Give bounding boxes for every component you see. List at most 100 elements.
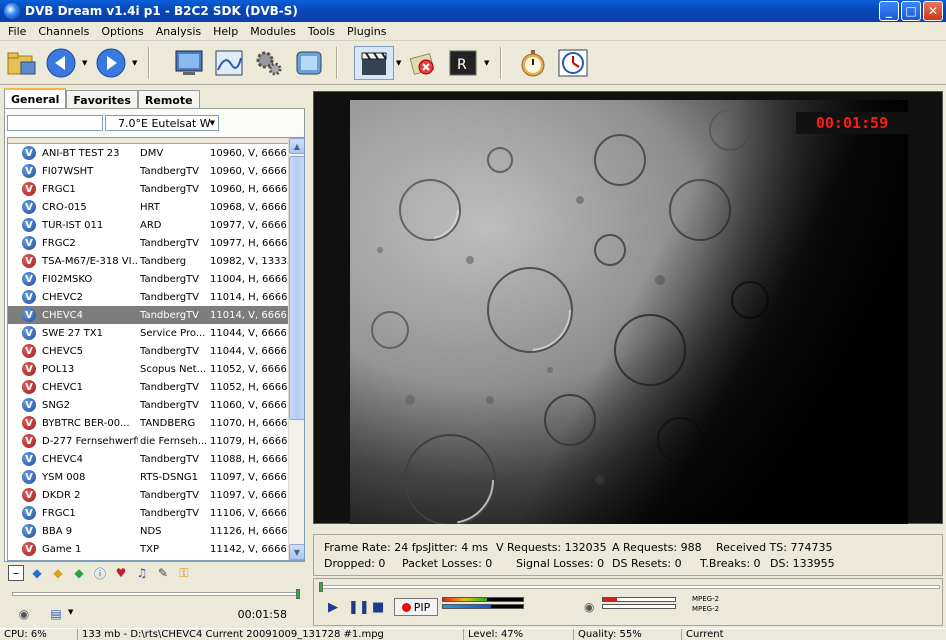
channel-row[interactable]: V D-277 Fernsehwerft die Fernseh... 11079, …: [8, 432, 304, 450]
status-bar: CPU: 6% 133 mb - D:\rts\CHEVC4 Current 2…: [0, 628, 946, 640]
diamond-icon[interactable]: ◆: [29, 565, 45, 581]
channel-row[interactable]: V SWE 27 TX1 Service Pro... 11044, V, 6666: [8, 324, 304, 342]
channel-type-icon: V: [22, 488, 36, 502]
channel-row[interactable]: V FRGC1 TandbergTV 11106, V, 6666: [8, 504, 304, 522]
clock-icon[interactable]: [556, 46, 590, 80]
channel-provider: TXP: [140, 543, 159, 555]
channel-search-input[interactable]: [7, 115, 103, 131]
channel-name: D-277 Fernsehwerft: [42, 435, 138, 447]
channel-row[interactable]: V TSA-M67/E-318 VI... Tandberg 10982, V, 13…: [8, 252, 304, 270]
forward-dropdown-icon[interactable]: ▼: [132, 59, 137, 67]
tab-general[interactable]: General: [4, 88, 67, 108]
scroll-thumb[interactable]: [289, 156, 304, 420]
pip-button[interactable]: PIP: [394, 598, 438, 616]
channel-list-icon[interactable]: ▤: [48, 606, 64, 622]
speaker-icon[interactable]: ◉: [16, 606, 32, 622]
menu-modules[interactable]: Modules: [244, 25, 302, 38]
channel-row[interactable]: V CHEVC2 TandbergTV 11014, H, 6666: [8, 288, 304, 306]
channel-row[interactable]: V Game 1 TXP 11142, V, 6666: [8, 540, 304, 558]
channel-list-scrollbar[interactable]: ▲ ▼: [288, 138, 304, 560]
menu-file[interactable]: File: [2, 25, 32, 38]
channel-type-icon: V: [22, 200, 36, 214]
channel-row[interactable]: V FI07WSHT TandbergTV 10960, V, 6666: [8, 162, 304, 180]
scroll-down-icon[interactable]: ▼: [289, 544, 304, 560]
music-icon[interactable]: ♫: [134, 565, 150, 581]
left-pane: General Favorites Remote 7.0°E Eutelsat …: [0, 86, 309, 628]
menu-channels[interactable]: Channels: [32, 25, 95, 38]
channel-row[interactable]: V FRGC1 TandbergTV 10960, H, 6666: [8, 180, 304, 198]
heart-icon[interactable]: ♥: [113, 565, 129, 581]
menu-options[interactable]: Options: [95, 25, 149, 38]
gears-icon[interactable]: [252, 46, 286, 80]
channel-row[interactable]: V DKDR 2 TandbergTV 11097, V, 6666: [8, 486, 304, 504]
dropped: Dropped: 0: [324, 557, 386, 570]
channel-provider: TandbergTV: [140, 291, 199, 303]
channel-row[interactable]: V POL13 Scopus Net... 11052, V, 6666: [8, 360, 304, 378]
minimize-button[interactable]: _: [879, 1, 899, 21]
satellite-select[interactable]: 7.0°E Eutelsat W ▼: [105, 115, 219, 131]
menu-plugins[interactable]: Plugins: [341, 25, 392, 38]
ds-count: DS: 133955: [770, 557, 835, 570]
channel-row[interactable]: V CHEVC5 TandbergTV 11044, V, 6666: [8, 342, 304, 360]
minus-icon[interactable]: –: [8, 565, 24, 581]
clapperboard-icon[interactable]: [354, 46, 394, 80]
channel-type-icon: V: [22, 146, 36, 160]
channel-row[interactable]: V TUR-IST 011 ARD 10977, V, 6666: [8, 216, 304, 234]
svg-text:R: R: [457, 57, 467, 73]
channel-name: FI07WSHT: [42, 165, 94, 177]
recorder-dropdown-icon[interactable]: ▼: [484, 59, 489, 67]
scroll-up-icon[interactable]: ▲: [289, 138, 304, 154]
key-icon[interactable]: ⚿: [176, 565, 192, 581]
edit-icon[interactable]: ✎: [155, 565, 171, 581]
open-folder-icon[interactable]: [4, 46, 38, 80]
channel-row[interactable]: V YSM 008 RTS-DSNG1 11097, V, 6666: [8, 468, 304, 486]
menu-help[interactable]: Help: [207, 25, 244, 38]
channel-frequency: 10960, V, 6666: [210, 165, 287, 177]
channel-row[interactable]: V BYBTRC BER-00... TANDBERG 11070, H, 6666: [8, 414, 304, 432]
channel-row[interactable]: V SNG2 TandbergTV 11060, V, 6666: [8, 396, 304, 414]
maximize-button[interactable]: □: [901, 1, 921, 21]
video-window[interactable]: 00:01:59: [313, 91, 943, 524]
a-requests: A Requests: 988: [612, 541, 702, 554]
back-dropdown-icon[interactable]: ▼: [82, 59, 87, 67]
list-dropdown-icon[interactable]: ▼: [68, 608, 73, 616]
audio-speaker-icon[interactable]: ◉: [584, 600, 594, 614]
volume-slider[interactable]: [12, 589, 300, 599]
channel-row[interactable]: V FI02MSKO TandbergTV 11004, H, 6666: [8, 270, 304, 288]
channel-frequency: 11106, V, 6666: [210, 507, 287, 519]
spectrum-icon[interactable]: [212, 46, 246, 80]
monitor-icon[interactable]: [172, 46, 206, 80]
recorder-icon[interactable]: R: [446, 46, 480, 80]
channel-row[interactable]: V BBA 9 NDS 11126, H, 6666: [8, 522, 304, 540]
seek-knob[interactable]: [319, 582, 323, 592]
channel-name: CRO-015: [42, 201, 87, 213]
record-dropdown-icon[interactable]: ▼: [396, 59, 401, 67]
v-requests: V Requests: 132035: [496, 541, 607, 554]
volume-knob[interactable]: [296, 589, 300, 599]
tab-remote[interactable]: Remote: [137, 90, 200, 108]
channel-row[interactable]: V CHEVC4 TandbergTV 11014, V, 6666: [8, 306, 304, 324]
info-icon[interactable]: ⓘ: [92, 565, 108, 581]
channel-provider: TandbergTV: [140, 399, 199, 411]
screen-icon[interactable]: [292, 46, 326, 80]
channel-row[interactable]: V CHEVC1 TandbergTV 11052, H, 6666: [8, 378, 304, 396]
channel-row[interactable]: V ANI-BT TEST 23 DMV 10960, V, 6666: [8, 144, 304, 162]
warning-diamond-icon[interactable]: ◆: [50, 565, 66, 581]
channel-row[interactable]: V CRO-015 HRT 10968, V, 6666: [8, 198, 304, 216]
stopwatch-icon[interactable]: [516, 46, 550, 80]
seek-slider[interactable]: [319, 582, 940, 592]
menu-analysis[interactable]: Analysis: [150, 25, 207, 38]
pause-icon[interactable]: ❚❚: [348, 600, 370, 615]
channel-frequency: 10960, V, 6666: [210, 147, 287, 159]
close-button[interactable]: ✕: [923, 1, 943, 21]
green-diamond-icon[interactable]: ◆: [71, 565, 87, 581]
channel-row[interactable]: V CHEVC4 TandbergTV 11088, H, 6666: [8, 450, 304, 468]
channel-row[interactable]: V FRGC2 TandbergTV 10977, H, 6666: [8, 234, 304, 252]
tab-favorites[interactable]: Favorites: [66, 90, 138, 108]
menu-tools[interactable]: Tools: [302, 25, 341, 38]
back-icon[interactable]: [44, 46, 78, 80]
stop-icon[interactable]: ■: [372, 600, 384, 615]
play-icon[interactable]: ▶: [328, 600, 338, 615]
forward-icon[interactable]: [94, 46, 128, 80]
stop-record-icon[interactable]: [406, 46, 440, 80]
